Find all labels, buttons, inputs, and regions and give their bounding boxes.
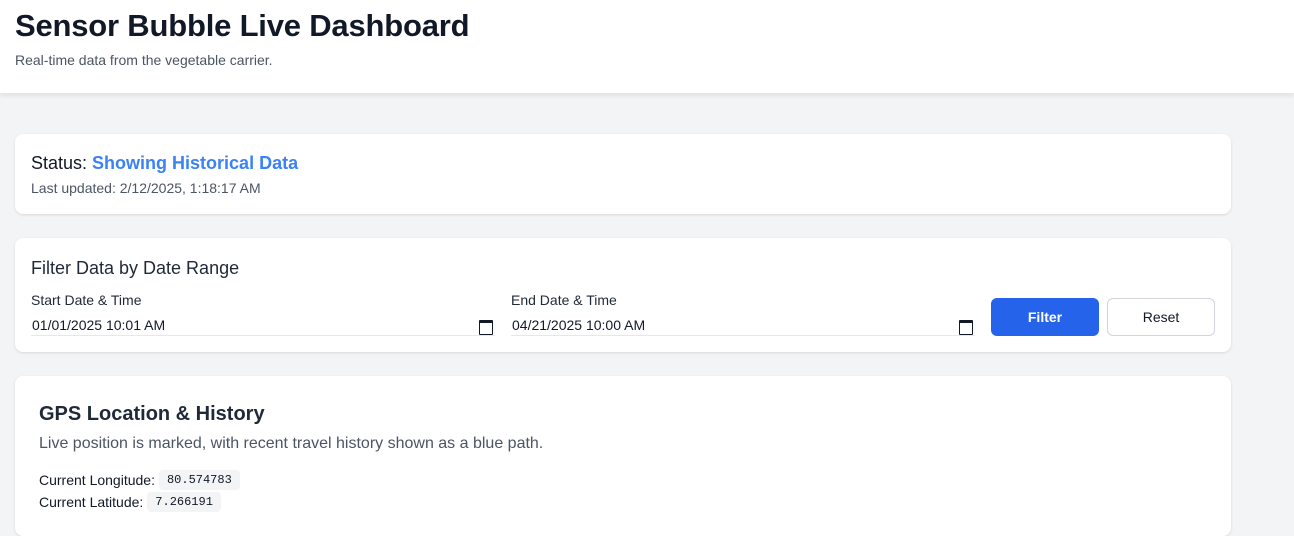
calendar-icon[interactable] bbox=[959, 318, 973, 335]
reset-button[interactable]: Reset bbox=[1107, 298, 1215, 336]
start-date-value: 01/01/2025 10:01 AM bbox=[32, 316, 166, 333]
filter-title: Filter Data by Date Range bbox=[31, 258, 240, 278]
status-card: Status: Showing Historical Data Last upd… bbox=[15, 134, 1231, 214]
filter-button[interactable]: Filter bbox=[991, 298, 1099, 336]
start-date-input[interactable]: 01/01/2025 10:01 AM bbox=[31, 314, 495, 336]
filter-card: Filter Data by Date Range Start Date & T… bbox=[15, 238, 1231, 352]
latitude-value: 7.266191 bbox=[147, 492, 221, 512]
gps-title: GPS Location & History bbox=[39, 403, 265, 425]
calendar-icon[interactable] bbox=[479, 318, 493, 335]
end-date-value: 04/21/2025 10:00 AM bbox=[512, 316, 646, 333]
end-date-input[interactable]: 04/21/2025 10:00 AM bbox=[511, 314, 975, 336]
longitude-row: Current Longitude: 80.574783 bbox=[39, 470, 240, 490]
end-date-label: End Date & Time bbox=[511, 292, 617, 308]
latitude-label: Current Latitude: bbox=[39, 494, 144, 510]
page-header: Sensor Bubble Live Dashboard Real-time d… bbox=[0, 0, 1294, 94]
start-date-label: Start Date & Time bbox=[31, 292, 142, 308]
longitude-value: 80.574783 bbox=[158, 470, 240, 490]
longitude-label: Current Longitude: bbox=[39, 472, 155, 488]
status-label: Status: bbox=[31, 153, 88, 173]
status-line: Status: Showing Historical Data bbox=[31, 153, 298, 174]
page-title: Sensor Bubble Live Dashboard bbox=[15, 8, 470, 43]
latitude-row: Current Latitude: 7.266191 bbox=[39, 492, 221, 512]
status-value: Showing Historical Data bbox=[92, 153, 299, 173]
last-updated-text: Last updated: 2/12/2025, 1:18:17 AM bbox=[31, 180, 261, 196]
gps-card: GPS Location & History Live position is … bbox=[15, 376, 1231, 536]
page-subtitle: Real-time data from the vegetable carrie… bbox=[15, 52, 273, 68]
gps-description: Live position is marked, with recent tra… bbox=[39, 435, 544, 452]
